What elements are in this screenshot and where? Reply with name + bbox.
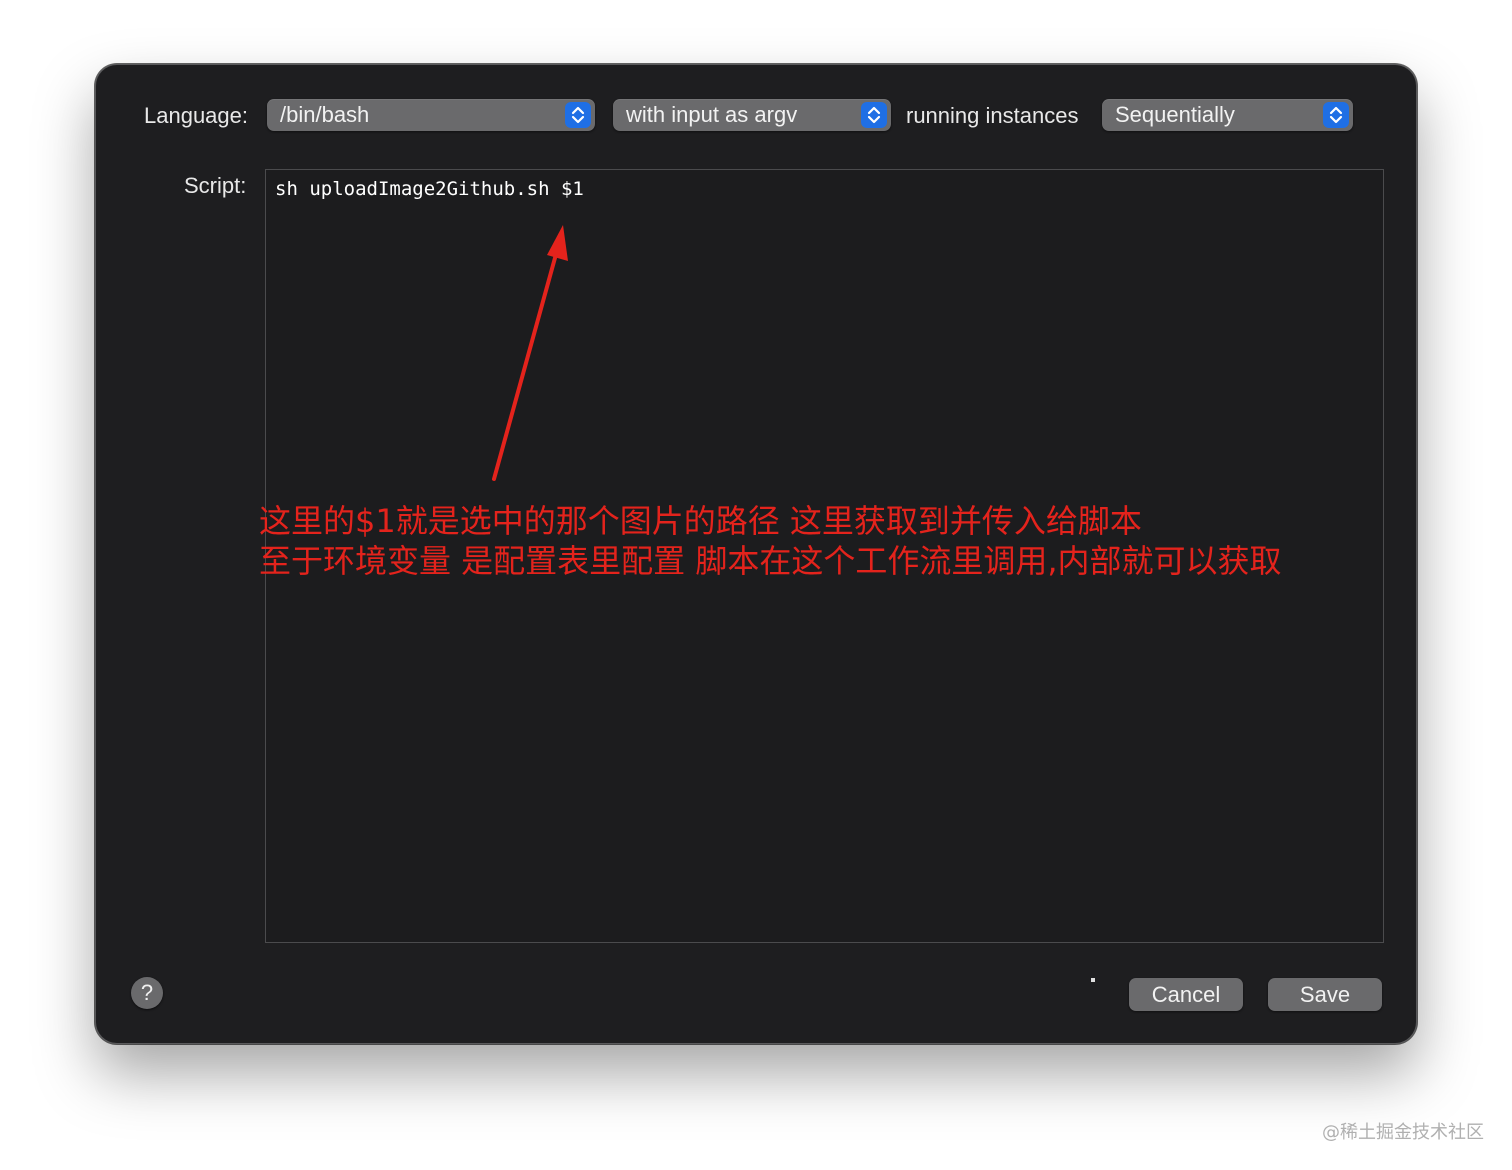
cancel-button[interactable]: Cancel bbox=[1129, 978, 1243, 1011]
script-dialog: Language: /bin/bash with input as argv r… bbox=[95, 64, 1417, 1044]
save-button[interactable]: Save bbox=[1268, 978, 1382, 1011]
red-arrow-icon bbox=[492, 225, 568, 481]
watermark: @稀土掘金技术社区 bbox=[1322, 1122, 1484, 1143]
help-button[interactable]: ? bbox=[131, 977, 163, 1009]
cursor-dot bbox=[1091, 978, 1095, 982]
